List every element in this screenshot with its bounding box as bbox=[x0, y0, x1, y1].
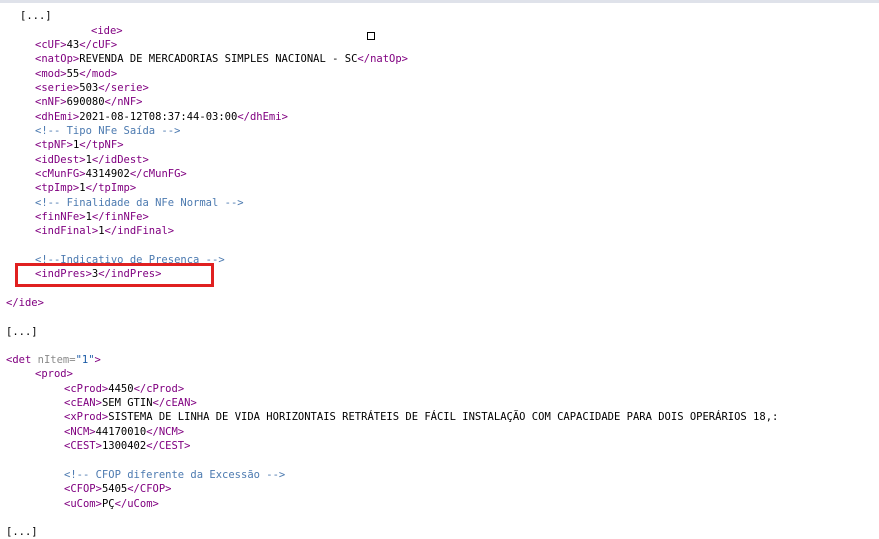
cprod-line: <cProd>4450</cProd> bbox=[64, 383, 185, 395]
window-top-border bbox=[0, 0, 879, 3]
ellipsis-line-2: [...] bbox=[6, 326, 38, 338]
finnfe-line: <finNFe>1</finNFe> bbox=[35, 211, 149, 223]
caret-box-icon bbox=[367, 32, 375, 40]
natop-line: <natOp>REVENDA DE MERCADORIAS SIMPLES NA… bbox=[35, 53, 408, 65]
ellipsis-line-3: [...] bbox=[6, 526, 38, 538]
comment-tipo-nfe: <!-- Tipo NFe Saída --> bbox=[35, 125, 181, 137]
cest-line: <CEST>1300402</CEST> bbox=[64, 440, 191, 452]
mod-line: <mod>55</mod> bbox=[35, 68, 118, 80]
tpnf-line: <tpNF>1</tpNF> bbox=[35, 139, 124, 151]
indpres-highlight-box bbox=[15, 263, 214, 287]
dhemi-line: <dhEmi>2021-08-12T08:37:44-03:00</dhEmi> bbox=[35, 111, 288, 123]
cean-line: <cEAN>SEM GTIN</cEAN> bbox=[64, 397, 197, 409]
ide-open-tag: <ide> bbox=[91, 25, 123, 37]
tpimp-line: <tpImp>1</tpImp> bbox=[35, 182, 137, 194]
nnf-line: <nNF>690080</nNF> bbox=[35, 96, 143, 108]
ucom-line: <uCom>PÇ</uCom> bbox=[64, 498, 159, 510]
ncm-line: <NCM>44170010</NCM> bbox=[64, 426, 185, 438]
cfop-line: <CFOP>5405</CFOP> bbox=[64, 483, 172, 495]
serie-line: <serie>503</serie> bbox=[35, 82, 149, 94]
cuf-line: <cUF>43</cUF> bbox=[35, 39, 118, 51]
iddest-line: <idDest>1</idDest> bbox=[35, 154, 149, 166]
det-open-tag: <det nItem="1"> bbox=[6, 354, 101, 366]
ellipsis-line: [...] bbox=[20, 10, 52, 22]
prod-open-tag: <prod> bbox=[35, 368, 73, 380]
comment-cfop: <!-- CFOP diferente da Excessão --> bbox=[64, 469, 286, 481]
cmunfg-line: <cMunFG>4314902</cMunFG> bbox=[35, 168, 187, 180]
xprod-line: <xProd>SISTEMA DE LINHA DE VIDA HORIZONT… bbox=[64, 411, 779, 423]
indfinal-line: <indFinal>1</indFinal> bbox=[35, 225, 175, 237]
comment-finalidade: <!-- Finalidade da NFe Normal --> bbox=[35, 197, 244, 209]
ide-close-tag: </ide> bbox=[6, 297, 44, 309]
